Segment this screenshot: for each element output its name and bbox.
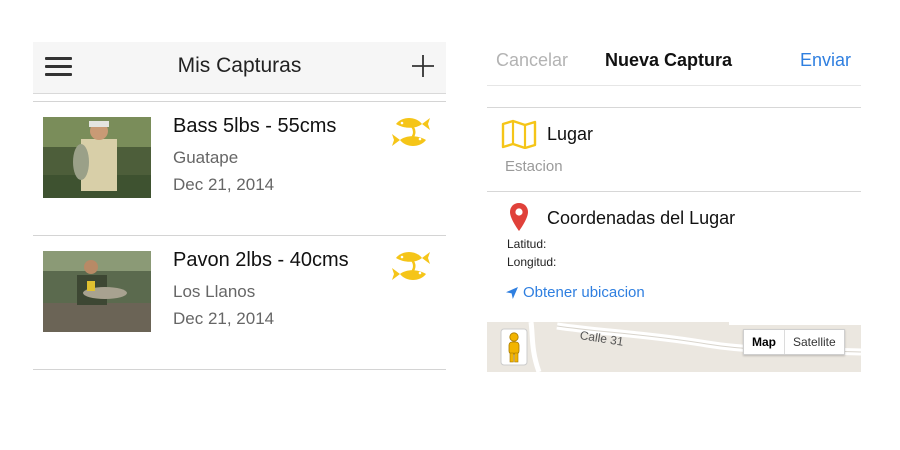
section-divider bbox=[487, 191, 861, 192]
catch-photo bbox=[43, 251, 151, 332]
plus-icon[interactable] bbox=[411, 54, 435, 78]
map-type-satellite-button[interactable]: Satellite bbox=[785, 330, 844, 354]
place-label: Lugar bbox=[547, 124, 594, 144]
location-pin-icon bbox=[510, 203, 528, 231]
get-location-link[interactable]: Obtener ubicacion bbox=[505, 284, 645, 301]
new-catch-screen: Cancelar Nueva Captura Enviar Lugar Coor… bbox=[487, 42, 861, 372]
page-title: Mis Capturas bbox=[177, 54, 302, 77]
cancel-button[interactable]: Cancelar bbox=[496, 50, 568, 71]
section-divider bbox=[487, 107, 861, 108]
page-title: Nueva Captura bbox=[605, 50, 733, 70]
coordinates-label: Coordenadas del Lugar bbox=[547, 208, 736, 228]
row-divider bbox=[33, 369, 446, 370]
catch-title: Bass 5lbs - 55cms bbox=[173, 115, 337, 137]
fish-icon[interactable] bbox=[390, 114, 432, 150]
folded-map-icon bbox=[501, 119, 537, 149]
catch-list-item[interactable]: Bass 5lbs - 55cms Guatape Dec 21, 2014 bbox=[33, 102, 446, 236]
map-type-map-button[interactable]: Map bbox=[744, 330, 785, 354]
map-view[interactable]: Calle 31 Map Satellite bbox=[487, 322, 861, 372]
catch-title: Pavon 2lbs - 40cms bbox=[173, 249, 349, 271]
location-arrow-icon bbox=[506, 286, 518, 299]
header-divider bbox=[487, 85, 861, 86]
map-type-control: Map Satellite bbox=[743, 329, 845, 355]
place-input[interactable] bbox=[505, 155, 835, 177]
fish-icon[interactable] bbox=[390, 248, 432, 284]
catch-date: Dec 21, 2014 bbox=[173, 309, 275, 328]
catch-list-item[interactable]: Pavon 2lbs - 40cms Los Llanos Dec 21, 20… bbox=[33, 236, 446, 370]
longitude-label: Longitud: bbox=[507, 255, 557, 269]
catch-photo bbox=[43, 117, 151, 198]
catch-place: Guatape bbox=[173, 148, 239, 167]
pegman-icon[interactable] bbox=[500, 328, 528, 366]
send-button[interactable]: Enviar bbox=[800, 50, 851, 71]
catches-list-screen: Mis Capturas Bass 5lbs - 55cms Guatape D… bbox=[33, 42, 446, 382]
catch-place: Los Llanos bbox=[173, 282, 256, 301]
catches-header: Mis Capturas bbox=[33, 42, 446, 94]
latitude-label: Latitud: bbox=[507, 237, 547, 251]
get-location-label: Obtener ubicacion bbox=[523, 284, 645, 301]
catch-date: Dec 21, 2014 bbox=[173, 175, 275, 194]
